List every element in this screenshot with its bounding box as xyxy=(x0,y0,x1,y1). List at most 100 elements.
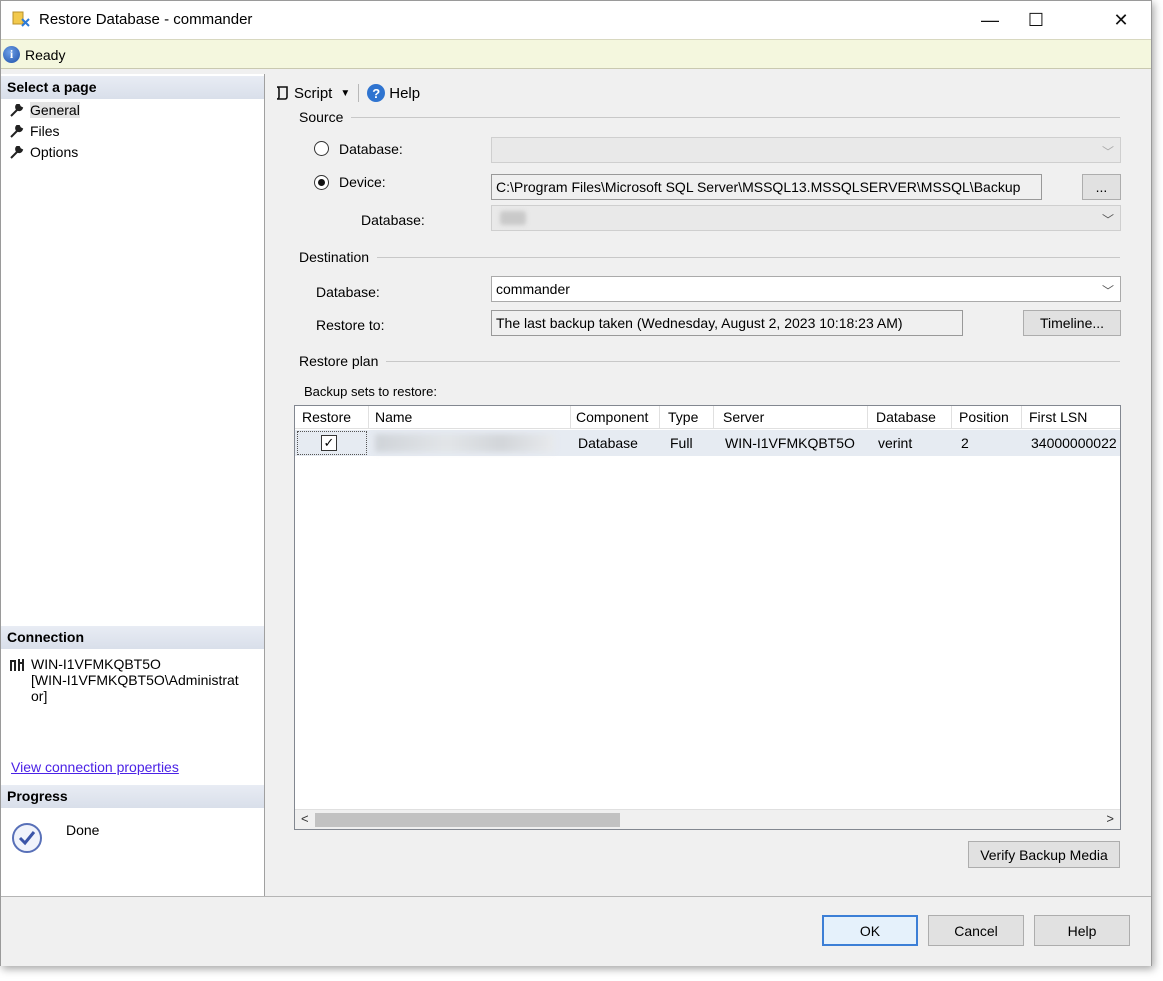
destination-database-combo[interactable]: commander ﹀ xyxy=(491,276,1121,302)
script-button[interactable]: Script ▼ xyxy=(274,85,350,102)
column-header[interactable]: Restore xyxy=(302,409,351,425)
server-connection-icon xyxy=(10,659,24,671)
scrollbar-thumb[interactable] xyxy=(315,813,620,827)
restore-checkbox[interactable]: ✓ xyxy=(321,435,337,451)
script-label: Script xyxy=(294,84,333,102)
grid-header: Restore Name Component Type Server Datab… xyxy=(295,406,1120,429)
destination-database-value: commander xyxy=(496,281,570,297)
main-pane: Script ▼ ? Help Source Database: ﹀ Devic… xyxy=(266,74,1152,896)
chevron-down-icon: ﹀ xyxy=(1101,284,1114,298)
cell-server: WIN-I1VFMKQBT5O xyxy=(725,435,855,451)
info-icon: i xyxy=(3,46,20,63)
help-button[interactable]: Help xyxy=(1034,915,1130,946)
horizontal-scrollbar[interactable]: < > xyxy=(295,809,1120,829)
column-header[interactable]: Server xyxy=(723,409,764,425)
view-connection-properties-link[interactable]: View connection properties xyxy=(11,759,179,775)
device-radio-label: Device: xyxy=(339,174,386,190)
page-item-general[interactable]: General xyxy=(9,100,80,120)
database-radio[interactable] xyxy=(314,141,329,156)
source-database-combo[interactable]: ﹀ xyxy=(491,137,1121,163)
column-divider[interactable] xyxy=(659,406,660,428)
source-database-label: Database: xyxy=(361,212,425,228)
column-header[interactable]: Position xyxy=(959,409,1009,425)
page-item-files[interactable]: Files xyxy=(9,121,60,141)
column-header[interactable]: First LSN xyxy=(1029,409,1087,425)
column-divider[interactable] xyxy=(713,406,714,428)
page-item-label: General xyxy=(30,102,80,118)
restore-database-icon xyxy=(12,11,30,27)
device-radio[interactable] xyxy=(314,175,329,190)
destination-database-label: Database: xyxy=(316,284,380,300)
destination-group-line xyxy=(376,257,1120,258)
close-button[interactable]: ✕ xyxy=(1098,1,1144,39)
status-text: Ready xyxy=(25,47,66,63)
table-row[interactable]: ✓ Database Full WIN-I1VFMKQBT5O verint 2… xyxy=(295,430,1120,456)
status-bar: i Ready xyxy=(1,39,1151,69)
toolbar-separator xyxy=(358,84,360,102)
device-path-field[interactable]: C:\Program Files\Microsoft SQL Server\MS… xyxy=(491,174,1042,200)
page-item-options[interactable]: Options xyxy=(9,142,78,162)
column-header[interactable]: Component xyxy=(576,409,648,425)
browse-device-button[interactable]: ... xyxy=(1082,174,1121,200)
window-title: Restore Database - commander xyxy=(39,11,253,28)
cell-database: verint xyxy=(878,435,913,451)
column-divider[interactable] xyxy=(570,406,571,428)
column-header[interactable]: Database xyxy=(876,409,936,425)
progress-status: Done xyxy=(66,822,100,838)
source-group-label: Source xyxy=(299,109,352,125)
connection-info: WIN-I1VFMKQBT5O [WIN-I1VFMKQBT5O\Adminis… xyxy=(31,656,259,704)
restore-plan-group-label: Restore plan xyxy=(299,353,387,369)
redacted-backup-name xyxy=(375,434,555,452)
page-item-label: Options xyxy=(30,144,79,160)
connection-header: Connection xyxy=(1,626,264,649)
chevron-down-icon: ﹀ xyxy=(1101,213,1114,227)
maximize-button[interactable]: ☐ xyxy=(1013,1,1059,39)
wrench-icon xyxy=(10,125,24,138)
source-group-line xyxy=(350,117,1120,118)
minimize-button[interactable]: — xyxy=(967,1,1013,39)
column-header[interactable]: Name xyxy=(375,409,412,425)
scroll-left-icon[interactable]: < xyxy=(301,811,309,826)
cell-component: Database xyxy=(578,435,638,451)
cancel-button[interactable]: Cancel xyxy=(928,915,1024,946)
help-label: Help xyxy=(389,84,421,102)
wrench-icon xyxy=(10,104,24,117)
toolbar: Script ▼ ? Help xyxy=(274,82,420,104)
help-icon: ? xyxy=(367,84,386,102)
backup-database-combo[interactable]: ﹀ xyxy=(491,205,1121,231)
column-header[interactable]: Type xyxy=(668,409,698,425)
column-divider[interactable] xyxy=(951,406,952,428)
page-item-label: Files xyxy=(30,123,60,139)
script-icon xyxy=(276,86,288,100)
ok-button[interactable]: OK xyxy=(822,915,918,946)
column-divider[interactable] xyxy=(368,406,369,428)
database-radio-label: Database: xyxy=(339,141,403,157)
backup-sets-label: Backup sets to restore: xyxy=(304,384,437,399)
cell-position: 2 xyxy=(961,435,969,451)
connection-login: [WIN-I1VFMKQBT5O\Administrat xyxy=(31,672,239,688)
timeline-button[interactable]: Timeline... xyxy=(1023,310,1121,336)
progress-header: Progress xyxy=(1,785,264,808)
cell-type: Full xyxy=(670,435,693,451)
restore-plan-group-line xyxy=(384,361,1120,362)
chevron-down-icon: ﹀ xyxy=(1101,145,1114,159)
select-page-header: Select a page xyxy=(1,76,264,99)
connection-login-cont: or] xyxy=(31,688,48,704)
backup-sets-grid: Restore Name Component Type Server Datab… xyxy=(294,405,1121,830)
column-divider[interactable] xyxy=(1021,406,1022,428)
restore-database-window: Restore Database - commander — ☐ ✕ i Rea… xyxy=(0,0,1152,966)
cell-first-lsn: 34000000022 xyxy=(1031,435,1117,451)
restore-to-label: Restore to: xyxy=(316,317,385,333)
column-divider[interactable] xyxy=(867,406,868,428)
title-bar: Restore Database - commander — ☐ ✕ xyxy=(1,1,1151,39)
scroll-right-icon[interactable]: > xyxy=(1106,811,1114,826)
restore-to-field[interactable]: The last backup taken (Wednesday, August… xyxy=(491,310,963,336)
redacted-value xyxy=(500,211,526,225)
wrench-icon xyxy=(10,146,24,159)
destination-group-label: Destination xyxy=(299,249,378,265)
done-check-icon xyxy=(12,823,42,853)
verify-backup-media-button[interactable]: Verify Backup Media xyxy=(968,841,1120,868)
help-toolbar-button[interactable]: ? Help xyxy=(367,84,420,102)
dropdown-arrow-icon[interactable]: ▼ xyxy=(340,88,350,99)
left-pane: Select a page General Files Options Conn… xyxy=(1,74,265,896)
